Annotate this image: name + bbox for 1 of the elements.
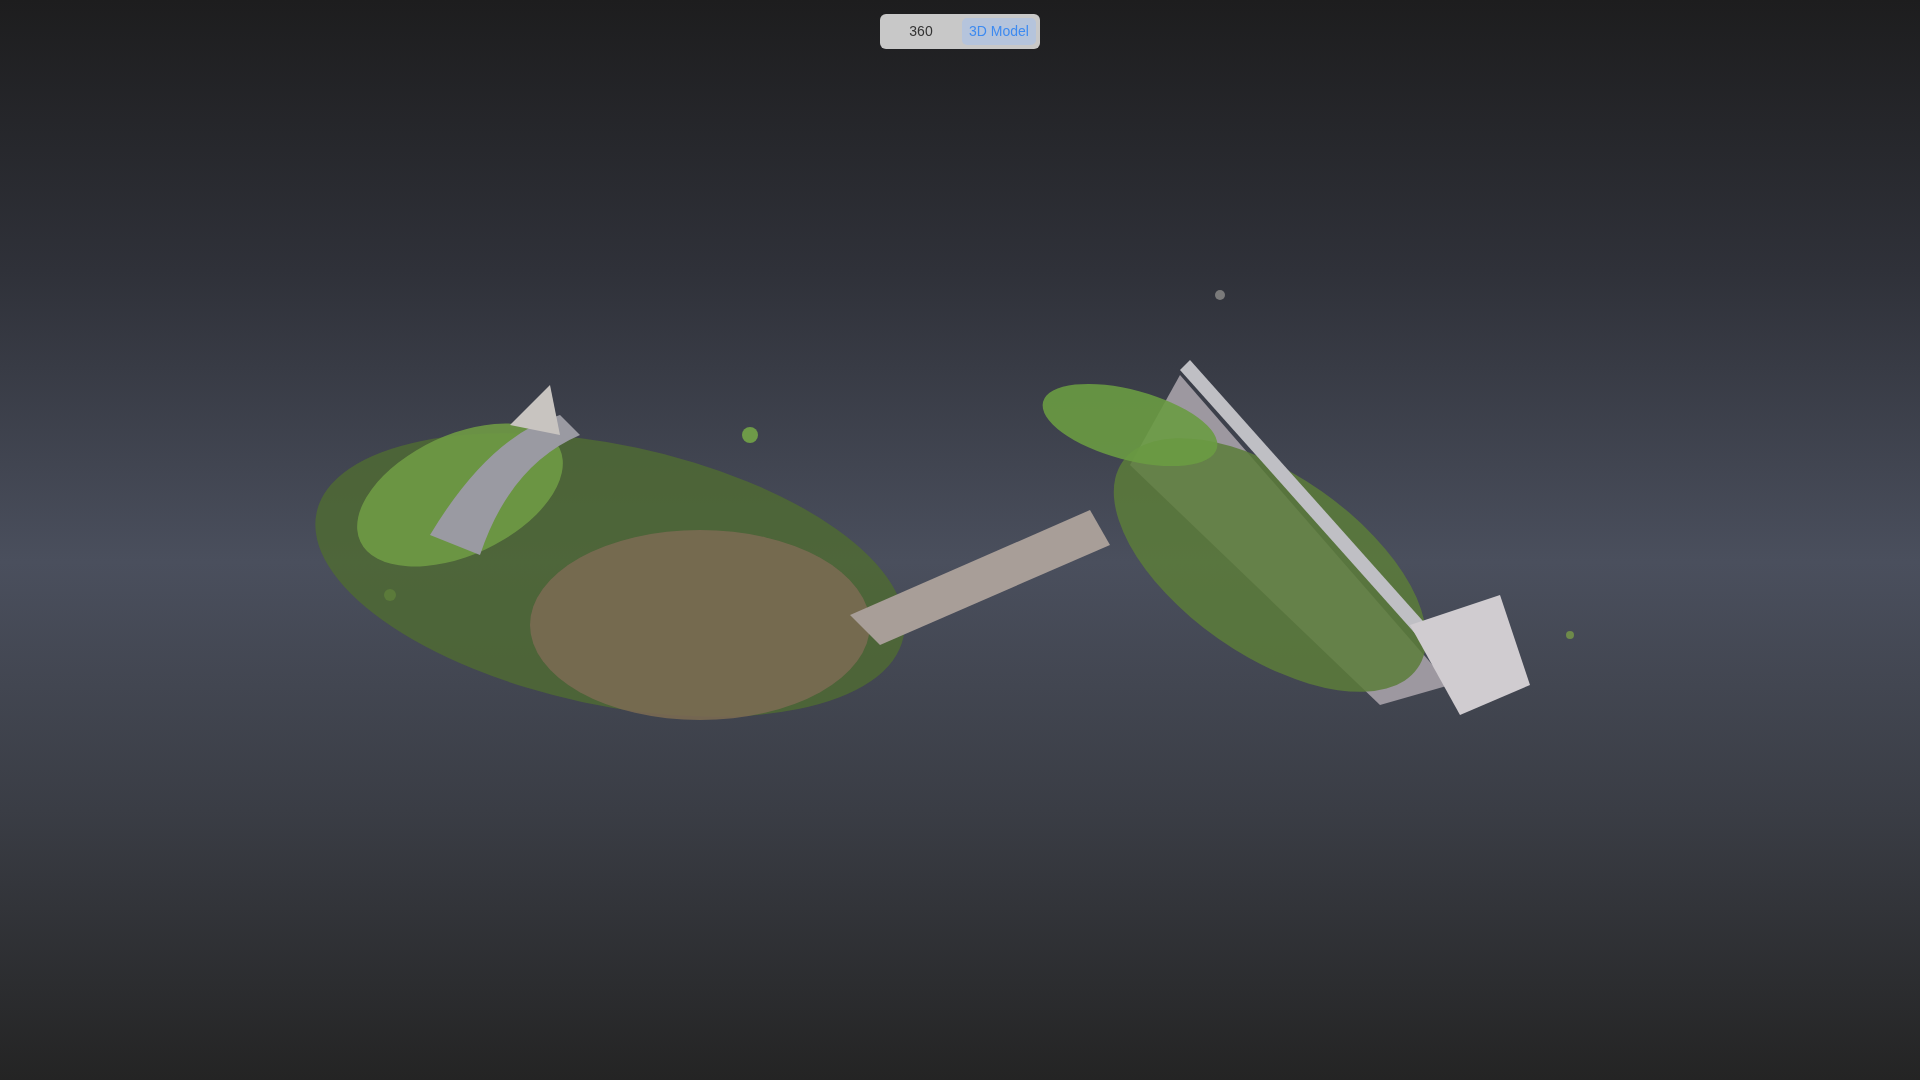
view-tab[interactable]: 360 [884,18,958,45]
